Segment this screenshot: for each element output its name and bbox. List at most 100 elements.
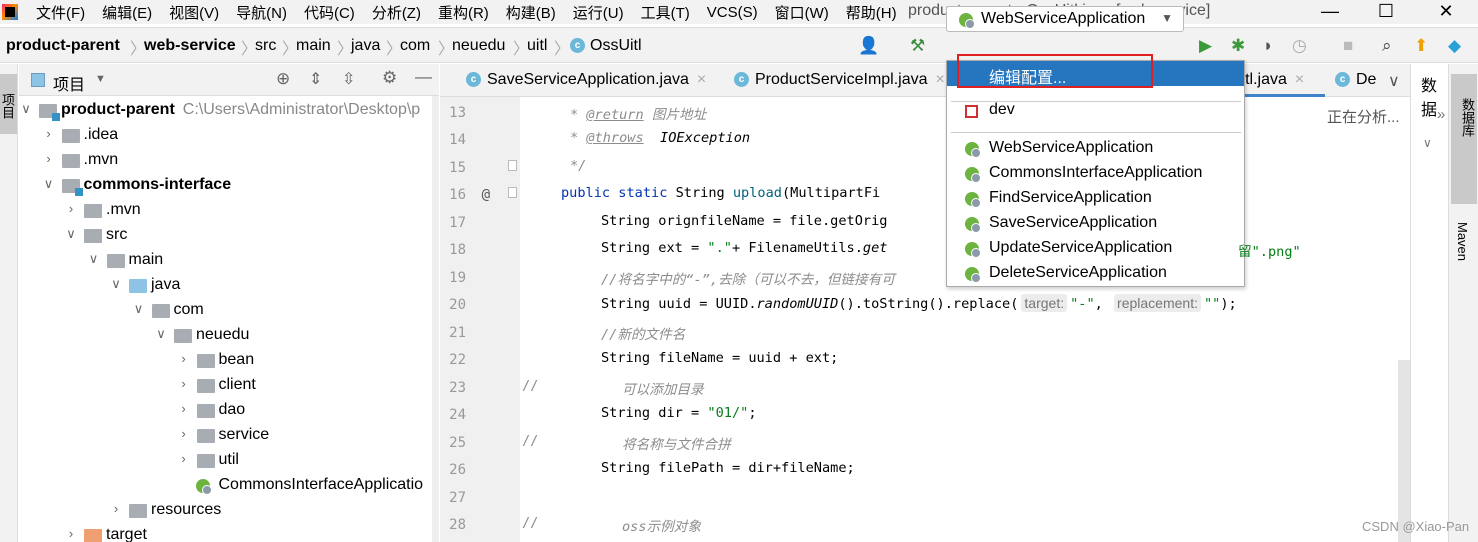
fold-marker-icon[interactable] [508, 187, 517, 198]
menu-2[interactable]: 视图(V) [169, 2, 219, 23]
config-item[interactable]: UpdateServiceApplication [947, 236, 1244, 261]
menu-11[interactable]: 窗口(W) [775, 2, 829, 23]
breadcrumb-item[interactable]: neuedu [452, 37, 505, 55]
tree-item[interactable]: › resources [19, 499, 439, 524]
tree-item[interactable]: › service [19, 424, 439, 449]
tree-item[interactable]: › util [19, 449, 439, 474]
chevron-down-icon[interactable]: ∨ [19, 101, 33, 117]
chevron-right-icon[interactable]: › [42, 126, 56, 141]
code-line[interactable]: */ [570, 158, 586, 174]
chevron-right-icon[interactable]: › [64, 201, 78, 216]
config-item[interactable]: DeleteServiceApplication [947, 261, 1244, 286]
config-item-dev[interactable]: dev [947, 98, 1244, 123]
menu-9[interactable]: 工具(T) [641, 2, 690, 23]
code-line[interactable]: String fileName = uuid + ext; [601, 350, 838, 366]
chevron-right-icon[interactable]: › [177, 351, 191, 366]
chevron-down-icon[interactable]: ∨ [87, 251, 101, 267]
tree-item[interactable]: ∨ commons-interface [19, 174, 439, 199]
menu-4[interactable]: 代码(C) [304, 2, 355, 23]
editor-tab[interactable]: c De [1335, 71, 1376, 89]
breadcrumb-item[interactable]: uitl [527, 37, 547, 55]
editor-scrollbar[interactable] [1398, 360, 1410, 542]
breadcrumb-item[interactable]: OssUitl [590, 37, 642, 55]
chevron-down-icon[interactable]: ∨ [154, 326, 168, 342]
tree-item[interactable]: ∨ main [19, 249, 439, 274]
collapse-all-icon[interactable]: ⇳ [342, 69, 355, 89]
override-gutter-icon[interactable]: @ [470, 187, 490, 203]
config-item[interactable]: SaveServiceApplication [947, 211, 1244, 236]
editor-tab[interactable]: c SaveServiceApplication.java × [466, 71, 706, 89]
menu-1[interactable]: 编辑(E) [102, 2, 152, 23]
breadcrumb-item[interactable]: java [351, 37, 380, 55]
chevron-down-icon[interactable]: ▼ [95, 73, 106, 85]
tree-item[interactable]: › client [19, 374, 439, 399]
tab-close-icon[interactable]: × [1295, 71, 1304, 88]
chevron-right-icon[interactable]: › [177, 401, 191, 416]
expand-all-icon[interactable]: ⇕ [309, 69, 322, 89]
tree-item[interactable]: › .mvn [19, 199, 439, 224]
editor-tab[interactable]: c ProductServiceImpl.java × [734, 71, 945, 89]
menu-0[interactable]: 文件(F) [36, 2, 85, 23]
chevron-right-icon[interactable]: › [177, 451, 191, 466]
breadcrumb-item[interactable]: com [400, 37, 430, 55]
locate-icon[interactable]: ⊕ [276, 69, 290, 89]
tree-item[interactable]: › target [19, 524, 439, 542]
code-line[interactable]: String uuid = UUID.randomUUID().toString… [601, 294, 1237, 313]
tree-item[interactable]: › bean [19, 349, 439, 374]
close-window-button[interactable]: ✕ [1426, 0, 1466, 24]
tree-item[interactable]: ∨ product-parent C:\Users\Administrator\De… [19, 99, 439, 124]
fold-marker-icon[interactable] [508, 160, 517, 171]
database-tool-button[interactable]: 数据库 [1451, 74, 1477, 204]
maven-tool-button[interactable]: Maven [1455, 222, 1470, 261]
tab-close-icon[interactable]: × [697, 71, 706, 88]
run-config-selector[interactable]: WebServiceApplication ▼ [946, 6, 1184, 32]
breadcrumb-item[interactable]: product-parent [6, 37, 120, 55]
breadcrumb-item[interactable]: main [296, 37, 331, 55]
code-line[interactable]: //新的文件名 [601, 323, 685, 343]
user-icon[interactable]: 👤 [858, 36, 879, 56]
chevron-right-icon[interactable]: › [109, 501, 123, 516]
project-tool-button[interactable]: 项目 [0, 74, 17, 134]
tree-item[interactable]: CommonsInterfaceApplicatio [19, 474, 439, 499]
tree-item[interactable]: ∨ neuedu [19, 324, 439, 349]
chevron-down-icon[interactable]: ∨ [132, 301, 146, 317]
code-line[interactable]: String dir = "01/"; [601, 405, 757, 421]
chevron-right-icon[interactable]: › [177, 376, 191, 391]
menu-12[interactable]: 帮助(H) [846, 2, 897, 23]
maximize-button[interactable]: ☐ [1366, 0, 1406, 24]
menu-5[interactable]: 分析(Z) [372, 2, 421, 23]
debug-icon[interactable]: ✱ [1231, 36, 1245, 56]
tab-close-icon[interactable]: × [936, 71, 945, 88]
chevron-right-icon[interactable]: › [42, 151, 56, 166]
tree-item[interactable]: › dao [19, 399, 439, 424]
code-line[interactable]: oss示例对象 [622, 515, 701, 535]
breadcrumb-item[interactable]: web-service [144, 37, 236, 55]
breadcrumb-item[interactable]: src [255, 37, 276, 55]
coverage-icon[interactable]: ◗ [1263, 36, 1273, 56]
code-line[interactable]: //将名字中的“-”,去除（可以不去，但链接有可 [601, 268, 895, 288]
config-item[interactable]: WebServiceApplication [947, 136, 1244, 161]
update-icon[interactable]: ⬆ [1414, 36, 1428, 56]
config-item[interactable]: FindServiceApplication [947, 186, 1244, 211]
tabs-overflow-chevron-icon[interactable]: ∨ [1388, 71, 1400, 91]
expand-icon[interactable]: » [1437, 106, 1445, 123]
menu-3[interactable]: 导航(N) [236, 2, 287, 23]
tree-item[interactable]: › .idea [19, 124, 439, 149]
tree-item[interactable]: › .mvn [19, 149, 439, 174]
tree-scrollbar[interactable] [432, 96, 439, 542]
search-icon[interactable]: ⌕ [1382, 36, 1392, 56]
minimize-button[interactable]: — [1310, 0, 1350, 24]
hammer-icon[interactable]: ⚒ [910, 36, 925, 56]
code-line[interactable]: public static String upload(MultipartFi [561, 185, 880, 201]
tree-item[interactable]: ∨ com [19, 299, 439, 324]
code-line[interactable]: * @return 图片地址 [570, 103, 706, 123]
project-panel-title[interactable]: 项目 [53, 71, 85, 95]
chevron-down-icon[interactable]: ∨ [64, 226, 78, 242]
profile-icon[interactable]: ◷ [1292, 36, 1307, 56]
gear-icon[interactable]: ⚙ [382, 68, 397, 88]
code-line[interactable]: String filePath = dir+fileName; [601, 460, 855, 476]
plugin-icon[interactable]: ◆ [1448, 36, 1461, 56]
chevron-down-icon[interactable]: ∨ [1423, 136, 1432, 150]
code-line[interactable]: String orignfileName = file.getOrig [601, 213, 887, 229]
chevron-right-icon[interactable]: › [64, 526, 78, 541]
